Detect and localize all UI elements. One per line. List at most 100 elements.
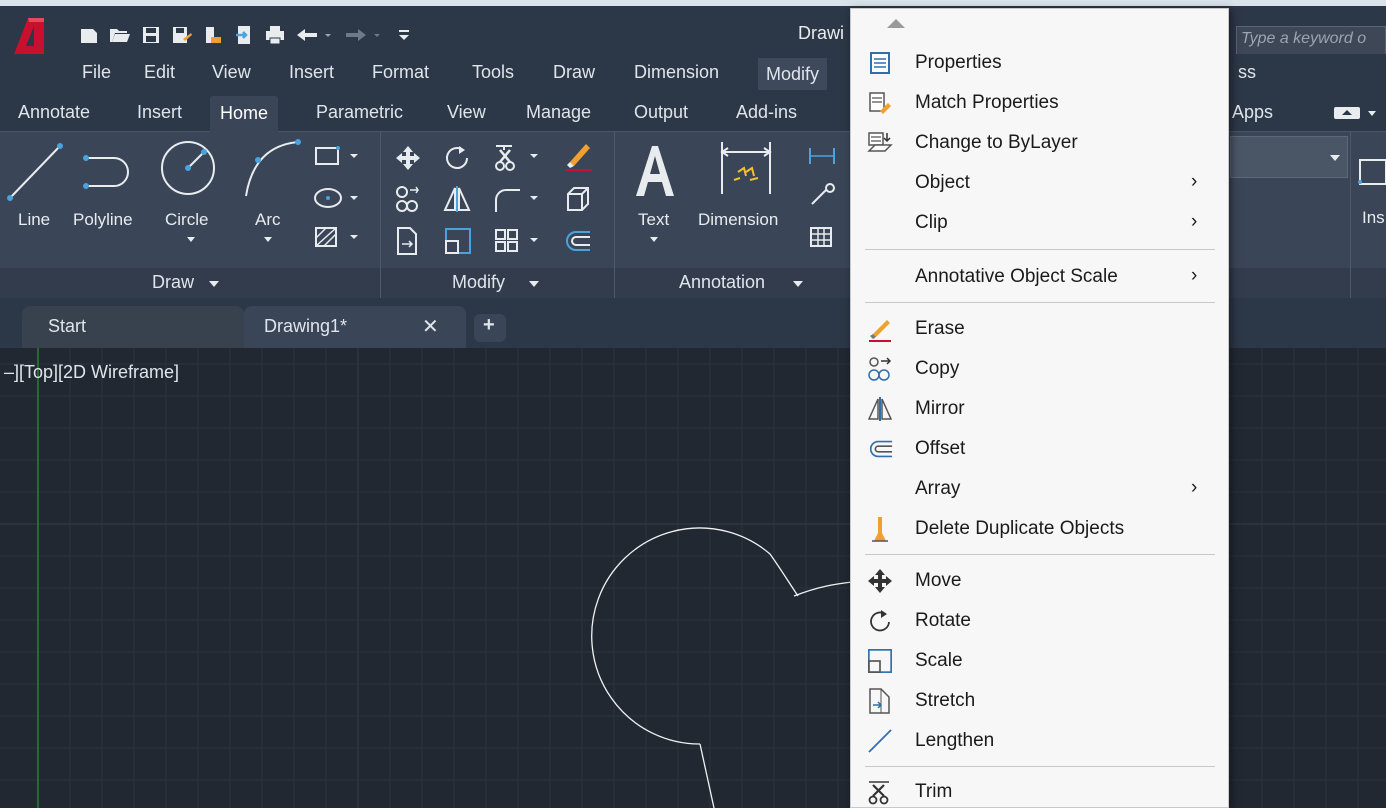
tab-manage[interactable]: Manage [526,102,591,123]
menu-item-delete-duplicate-objects[interactable]: Delete Duplicate Objects [851,509,1228,549]
menu-tools[interactable]: Tools [472,62,514,83]
modify-panel-title[interactable]: Modify [452,272,505,293]
save-as-icon[interactable] [171,24,193,46]
plot-document-icon[interactable] [202,24,224,46]
print-icon[interactable] [264,24,286,46]
rectangle-tool-icon[interactable] [312,144,362,168]
fillet-tool-icon[interactable] [492,184,544,214]
modify-panel-expand-icon[interactable] [528,279,540,289]
hatch-tool-icon[interactable] [312,224,362,250]
arc-tool-label[interactable]: Arc [255,210,281,230]
scale-tool-icon[interactable] [443,226,473,256]
undo-icon[interactable] [295,24,335,46]
plus-icon[interactable]: + [483,314,495,337]
line-tool-icon[interactable] [6,140,66,202]
polyline-tool-label[interactable]: Polyline [73,210,133,230]
annotation-panel-expand-icon[interactable] [792,279,804,289]
menu-modify[interactable]: Modify [758,58,828,90]
tab-start-label[interactable]: Start [48,316,86,337]
draw-panel-expand-icon[interactable] [208,279,220,289]
mirror-tool-icon[interactable] [443,184,471,214]
move-tool-icon[interactable] [394,144,422,172]
layer-dropdown[interactable] [1230,136,1348,178]
menu-item-offset[interactable]: Offset [851,429,1228,469]
text-tool-icon[interactable] [632,140,678,200]
text-tool-label[interactable]: Text [638,210,669,230]
explode-tool-icon[interactable] [562,184,594,214]
scroll-up-icon[interactable] [887,19,905,28]
search-input[interactable]: Type a keyword o [1236,26,1386,56]
circle-dropdown-icon[interactable] [186,236,196,244]
menu-item-trim[interactable]: Trim [851,772,1228,808]
offset-tool-icon[interactable] [562,228,592,254]
layers-panel-footer[interactable] [1230,268,1350,298]
array-tool-icon[interactable] [492,226,544,256]
tab-home[interactable]: Home [210,96,279,133]
menu-view[interactable]: View [212,62,251,83]
open-folder-icon[interactable] [109,24,131,46]
menu-item-mirror[interactable]: Mirror [851,389,1228,429]
menu-file[interactable]: File [82,62,111,83]
insert-tool-label[interactable]: Ins [1362,208,1385,228]
menu-draw[interactable]: Draw [553,62,595,83]
menu-item-rotate[interactable]: Rotate [851,601,1228,641]
menu-format[interactable]: Format [372,62,429,83]
polyline-tool-icon[interactable] [78,148,140,200]
dimension-tool-label[interactable]: Dimension [698,210,778,230]
tab-insert[interactable]: Insert [137,102,182,123]
table-icon[interactable] [808,224,838,250]
arc-dropdown-icon[interactable] [263,236,273,244]
redo-icon[interactable] [344,24,384,46]
circle-tool-icon[interactable] [160,138,218,198]
menu-item-annotative-object-scale[interactable]: Annotative Object Scale › [851,257,1228,297]
new-file-icon[interactable] [78,24,100,46]
close-tab-icon[interactable]: ✕ [422,314,439,339]
linear-dimension-icon[interactable] [808,146,838,166]
menu-item-object[interactable]: Object › [851,163,1228,203]
menu-item-scale[interactable]: Scale [851,641,1228,681]
line-tool-label[interactable]: Line [18,210,50,230]
draw-panel-title[interactable]: Draw [152,272,194,293]
menu-item-array[interactable]: Array › [851,469,1228,509]
menu-item-stretch[interactable]: Stretch [851,681,1228,721]
menu-item-move[interactable]: Move [851,561,1228,601]
menu-item-match-properties[interactable]: Match Properties [851,83,1228,123]
menu-dimension[interactable]: Dimension [634,62,719,83]
annotation-panel-title[interactable]: Annotation [679,272,765,293]
tab-parametric[interactable]: Parametric [316,102,403,123]
block-panel-footer[interactable] [1351,268,1386,298]
menu-express[interactable]: ss [1238,62,1256,83]
menu-edit[interactable]: Edit [144,62,175,83]
trim-tool-icon[interactable] [492,142,544,172]
move-icon [867,568,893,594]
ribbon-display-toggle-icon[interactable] [1334,106,1378,120]
copy-tool-icon[interactable] [394,184,422,214]
insert-block-icon[interactable] [1356,158,1386,186]
tab-view[interactable]: View [447,102,486,123]
share-drawing-icon[interactable] [233,24,255,46]
tab-apps[interactable]: Apps [1232,102,1273,123]
menu-insert[interactable]: Insert [289,62,334,83]
ellipse-tool-icon[interactable] [312,186,362,210]
menu-item-clip[interactable]: Clip › [851,203,1228,243]
tab-output[interactable]: Output [634,102,688,123]
leader-icon[interactable] [808,182,838,208]
menu-item-erase[interactable]: Erase [851,309,1228,349]
text-dropdown-icon[interactable] [649,236,659,244]
tab-add-ins[interactable]: Add-ins [736,102,797,123]
tab-annotate[interactable]: Annotate [18,102,90,123]
customize-toolbar-icon[interactable] [393,24,415,46]
menu-item-change-to-bylayer[interactable]: Change to ByLayer [851,123,1228,163]
menu-item-lengthen[interactable]: Lengthen [851,721,1228,761]
dimension-tool-icon[interactable] [716,138,776,200]
arc-tool-icon[interactable] [240,138,302,200]
tab-drawing1-label[interactable]: Drawing1* [264,316,347,337]
erase-tool-icon[interactable] [562,140,594,172]
circle-tool-label[interactable]: Circle [165,210,208,230]
viewport-controls[interactable]: –][Top][2D Wireframe] [4,362,179,383]
menu-item-properties[interactable]: Properties [851,43,1228,83]
stretch-tool-icon[interactable] [394,226,422,256]
menu-item-copy[interactable]: Copy [851,349,1228,389]
save-icon[interactable] [140,24,162,46]
rotate-tool-icon[interactable] [443,144,471,172]
